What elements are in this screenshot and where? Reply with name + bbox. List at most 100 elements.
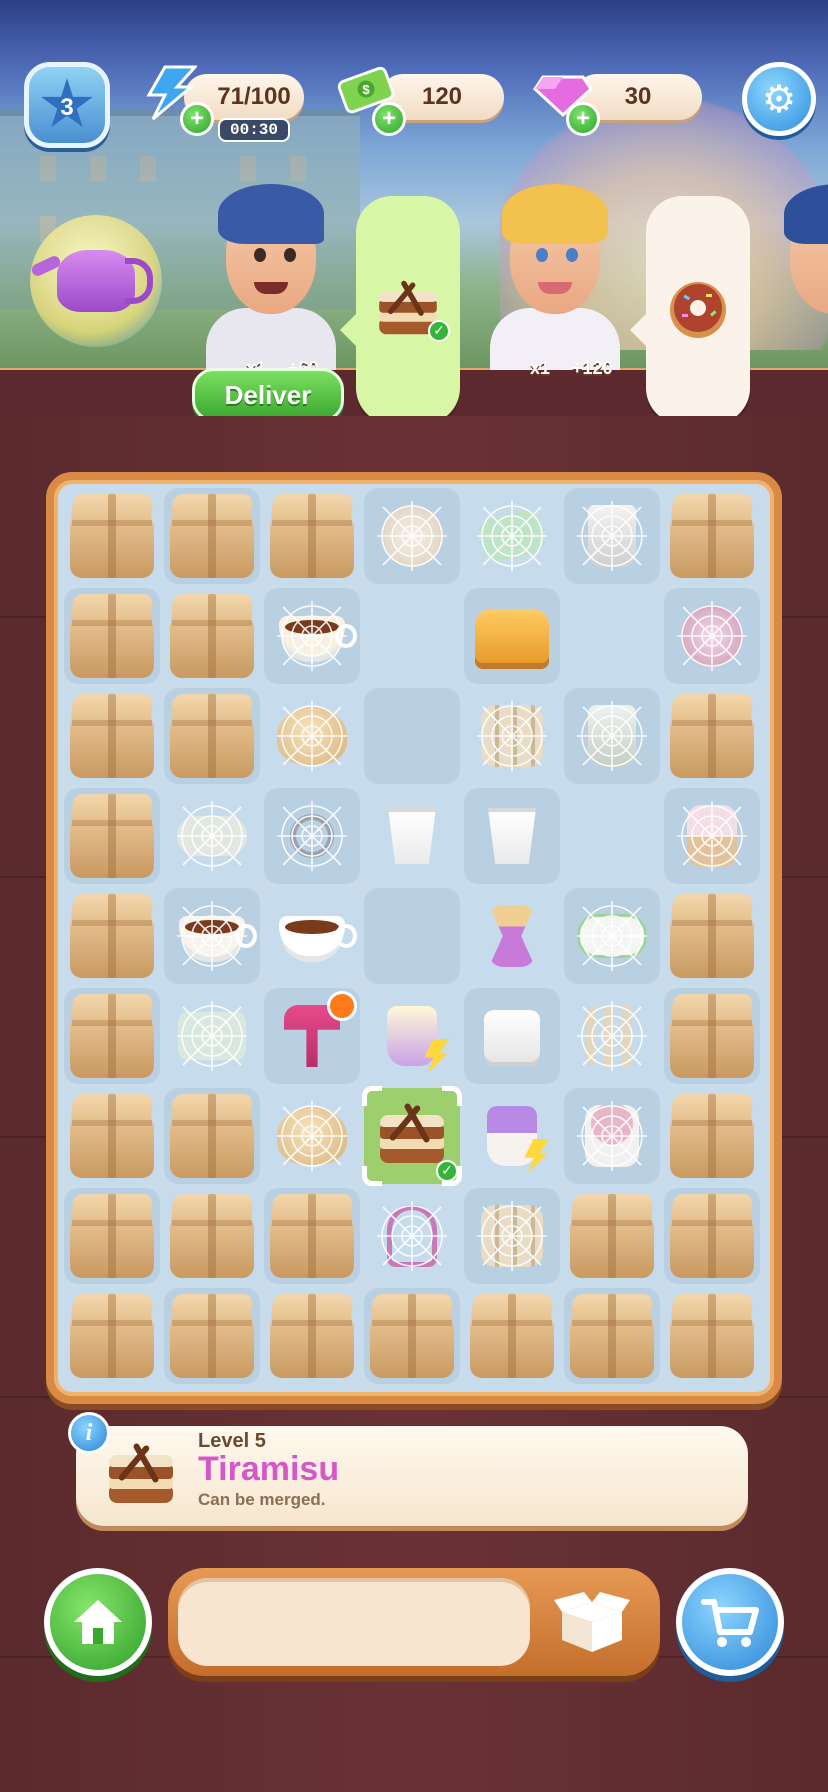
board-cell-moka-bolt[interactable] xyxy=(464,1088,560,1184)
board-cell-sealed-box[interactable] xyxy=(264,488,360,584)
board-cell-sealed-box[interactable] xyxy=(264,1188,360,1284)
order-bubble-1[interactable]: ✓ xyxy=(340,196,460,424)
customer-boy[interactable]: x1 +60 xyxy=(196,170,346,378)
board-cell-sealed-box[interactable] xyxy=(164,588,260,684)
kettle-bubble[interactable] xyxy=(30,215,162,347)
board-cell-sealed-box[interactable] xyxy=(364,1288,460,1384)
cardboard-box-icon xyxy=(68,1090,156,1182)
board-cell-cash-webbed[interactable] xyxy=(464,488,560,584)
board-cell-sealed-box[interactable] xyxy=(64,788,160,884)
customer-girl[interactable]: x1 +120 xyxy=(480,170,630,378)
player-level-badge[interactable]: 3 xyxy=(24,62,110,148)
cardboard-box-icon xyxy=(168,1290,256,1382)
board-cell-tiramisu-selected[interactable]: ✓ xyxy=(362,1086,462,1186)
deliver-button[interactable]: Deliver xyxy=(192,368,344,422)
board-cell-sealed-box[interactable] xyxy=(64,1188,160,1284)
cardboard-box-icon xyxy=(568,1190,656,1282)
cap xyxy=(218,184,324,244)
board-cell-sealed-box[interactable] xyxy=(564,1288,660,1384)
cardboard-box-icon xyxy=(168,1190,256,1282)
board-cell-empty xyxy=(364,688,460,784)
board-cell-sealed-box[interactable] xyxy=(64,1288,160,1384)
board-cell-controller-white-webbed[interactable] xyxy=(564,888,660,984)
board-cell-sealed-box[interactable] xyxy=(264,1288,360,1384)
board-cell-controller-webbed[interactable] xyxy=(164,788,260,884)
cash-add-button[interactable]: + xyxy=(372,102,406,136)
cardboard-box-icon xyxy=(268,1290,356,1382)
board-cell-wood-webbed[interactable] xyxy=(464,688,560,784)
board-cell-cat-webbed[interactable] xyxy=(364,488,460,584)
board-cell-icecream-webbed[interactable] xyxy=(664,588,760,684)
customer-next[interactable] xyxy=(770,170,828,370)
board-cell-spoon-webbed[interactable] xyxy=(264,788,360,884)
home-icon xyxy=(74,1600,122,1644)
board-cell-toast[interactable] xyxy=(464,588,560,684)
board-cell-coffee-filter[interactable] xyxy=(464,888,560,984)
home-button[interactable] xyxy=(44,1568,152,1676)
board-cell-sealed-box[interactable] xyxy=(64,988,160,1084)
board-cell-sugar-cube[interactable] xyxy=(464,988,560,1084)
board-cell-sealed-box[interactable] xyxy=(664,988,760,1084)
cardboard-box-icon xyxy=(668,1090,756,1182)
board-cell-bun-webbed[interactable] xyxy=(264,1088,360,1184)
board-cell-coffee-webbed[interactable] xyxy=(164,888,260,984)
board-cell-sundae-webbed[interactable] xyxy=(564,1088,660,1184)
board-cell-sealed-box[interactable] xyxy=(164,1088,260,1184)
reward-count: x1 xyxy=(530,358,551,378)
board-cell-bun-webbed[interactable] xyxy=(264,688,360,784)
board-cell-drink-webbed[interactable] xyxy=(564,688,660,784)
board-cell-sealed-box[interactable] xyxy=(64,488,160,584)
board-cell-wood-webbed[interactable] xyxy=(464,1188,560,1284)
energy-add-button[interactable]: + xyxy=(180,102,214,136)
cardboard-box-icon xyxy=(68,1290,156,1382)
board-cell-sealed-box[interactable] xyxy=(464,1288,560,1384)
board-cell-sealed-box[interactable] xyxy=(64,588,160,684)
board-cell-sealed-box[interactable] xyxy=(664,1088,760,1184)
board-cell-sealed-box[interactable] xyxy=(164,488,260,584)
board-cell-paper-cup[interactable] xyxy=(364,788,460,884)
board-cell-cup-saucer-webbed[interactable] xyxy=(264,588,360,684)
cardboard-box-icon xyxy=(68,690,156,782)
board-cell-sealed-box[interactable] xyxy=(664,1188,760,1284)
board-cell-sealed-box[interactable] xyxy=(564,1188,660,1284)
cardboard-box-icon xyxy=(268,1190,356,1282)
board-cell-chair-webbed[interactable] xyxy=(564,988,660,1084)
settings-button[interactable]: ⚙ xyxy=(742,62,816,136)
board-cell-console-webbed[interactable] xyxy=(164,988,260,1084)
board-cell-sealed-box[interactable] xyxy=(64,688,160,784)
board-cell-sealed-box[interactable] xyxy=(664,488,760,584)
svg-text:$: $ xyxy=(362,82,370,97)
board-cell-whisk-webbed[interactable] xyxy=(364,1188,460,1284)
board-cell-icecream-cone-webbed[interactable] xyxy=(664,788,760,884)
board-cell-sealed-box[interactable] xyxy=(64,1088,160,1184)
item-name: Tiramisu xyxy=(198,1450,340,1488)
customer-reward: x1 +120 xyxy=(530,358,613,379)
board-cell-sealed-box[interactable] xyxy=(664,1288,760,1384)
cardboard-box-icon xyxy=(68,890,156,982)
cardboard-box-icon xyxy=(168,490,256,582)
board-cell-sealed-box[interactable] xyxy=(664,688,760,784)
board-cell-sealed-box[interactable] xyxy=(664,888,760,984)
inventory-slot[interactable] xyxy=(178,1578,530,1666)
cardboard-box-icon xyxy=(68,490,156,582)
board-cell-mixer[interactable] xyxy=(264,988,360,1084)
cardboard-box-icon xyxy=(668,490,756,582)
gems-add-button[interactable]: + xyxy=(566,102,600,136)
board-cell-sealed-box[interactable] xyxy=(164,1188,260,1284)
board-cell-empty xyxy=(364,888,460,984)
cardboard-box-icon xyxy=(568,1290,656,1382)
merge-grid: ✓ xyxy=(58,484,770,1392)
board-cell-sealed-box[interactable] xyxy=(64,888,160,984)
board-cell-sealed-box[interactable] xyxy=(164,688,260,784)
inventory-button[interactable] xyxy=(550,1586,634,1660)
shop-button[interactable] xyxy=(676,1568,784,1676)
cardboard-box-icon xyxy=(168,690,256,782)
board-cell-paper-cup[interactable] xyxy=(464,788,560,884)
board-cell-tea-cup[interactable] xyxy=(264,888,360,984)
board-cell-glass-webbed[interactable] xyxy=(564,488,660,584)
cardboard-box-icon xyxy=(668,890,756,982)
order-bubble-2[interactable] xyxy=(630,196,750,424)
selected-item-preview xyxy=(96,1436,186,1516)
board-cell-sealed-box[interactable] xyxy=(164,1288,260,1384)
board-cell-kettle-bolt[interactable] xyxy=(364,988,460,1084)
